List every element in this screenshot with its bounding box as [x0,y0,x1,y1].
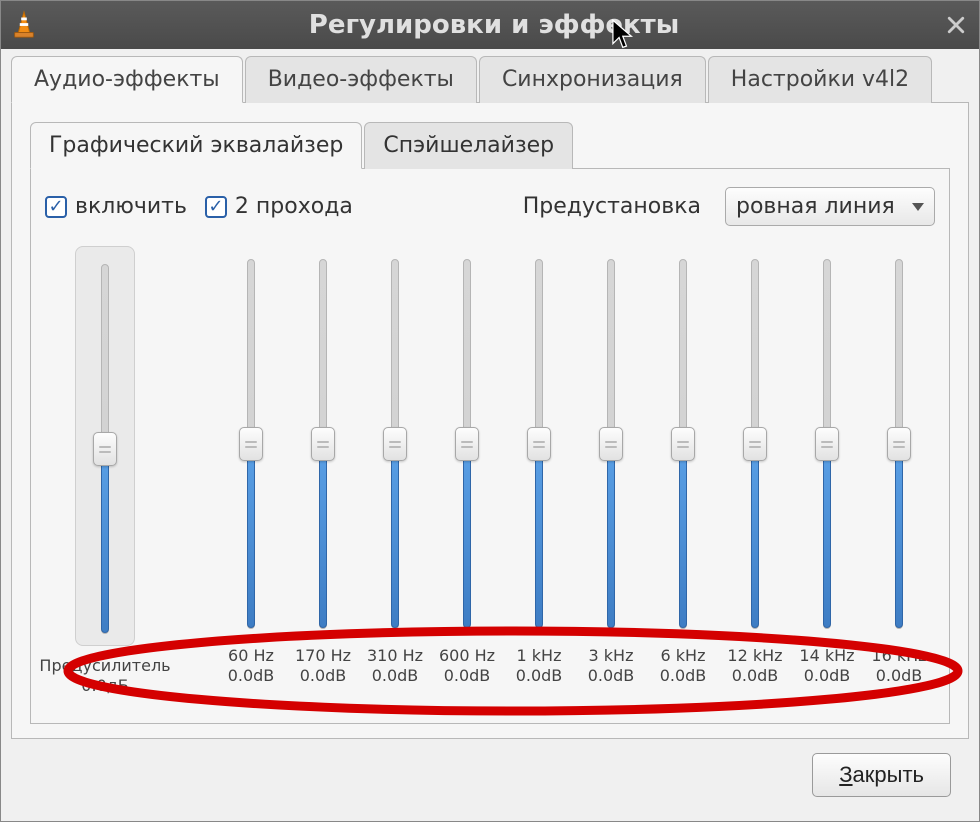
eq-band-label-0: 60 Hz0.0dB [228,646,275,686]
eq-band-6: 6 kHz0.0dB [647,246,719,686]
twopass-label: 2 прохода [235,194,353,219]
preset-select[interactable]: ровная линия [725,187,935,226]
subtab-spatializer[interactable]: Спэйшелайзер [364,122,573,169]
eq-sliders: Предусилитель0.0дБ 60 Hz0.0dB 170 Hz0.0dB 3… [45,246,935,713]
eq-slider-5[interactable] [607,246,615,636]
slider-knob[interactable] [815,427,839,461]
eq-slider-0[interactable] [247,246,255,636]
eq-band-9: 16 kHz0.0dB [863,246,935,686]
eq-band-label-3: 600 Hz0.0dB [439,646,495,686]
slider-knob[interactable] [671,427,695,461]
preamp-band: Предусилитель0.0дБ [45,246,165,696]
eq-slider-3[interactable] [463,246,471,636]
preset-label: Предустановка [523,194,701,219]
twopass-checkbox[interactable]: ✓ 2 прохода [205,194,353,219]
vlc-cone-icon [9,10,39,40]
slider-knob[interactable] [887,427,911,461]
eq-band-label-2: 310 Hz0.0dB [367,646,423,686]
client-area: Аудио-эффекты Видео-эффекты Синхронизаци… [1,49,979,821]
close-icon[interactable] [941,10,971,40]
eq-band-label-7: 12 kHz0.0dB [727,646,782,686]
slider-knob[interactable] [455,427,479,461]
eq-slider-2[interactable] [391,246,399,636]
eq-band-label-5: 3 kHz0.0dB [588,646,635,686]
eq-controls-row: ✓ включить ✓ 2 прохода Предустановка ров… [45,187,935,226]
eq-band-5: 3 kHz0.0dB [575,246,647,686]
audio-effects-panel: Графический эквалайзер Спэйшелайзер ✓ вк… [11,103,969,739]
check-icon: ✓ [205,196,227,218]
slider-knob[interactable] [527,427,551,461]
preamp-label: Предусилитель0.0дБ [39,656,170,696]
main-tabbar: Аудио-эффекты Видео-эффекты Синхронизаци… [11,55,969,103]
eq-band-8: 14 kHz0.0dB [791,246,863,686]
tab-synchronization[interactable]: Синхронизация [479,56,706,103]
eq-band-2: 310 Hz0.0dB [359,246,431,686]
subtab-equalizer[interactable]: Графический эквалайзер [30,122,362,169]
eq-slider-6[interactable] [679,246,687,636]
eq-band-3: 600 Hz0.0dB [431,246,503,686]
check-icon: ✓ [45,196,67,218]
close-button[interactable]: Закрыть [812,753,951,797]
eq-band-label-4: 1 kHz0.0dB [516,646,563,686]
eq-band-label-8: 14 kHz0.0dB [799,646,854,686]
eq-band-label-6: 6 kHz0.0dB [660,646,707,686]
eq-band-1: 170 Hz0.0dB [287,246,359,686]
preset-value: ровная линия [736,194,895,219]
equalizer-panel: ✓ включить ✓ 2 прохода Предустановка ров… [30,169,950,724]
chevron-down-icon [912,203,924,211]
eq-band-label-1: 170 Hz0.0dB [295,646,351,686]
slider-knob[interactable] [599,427,623,461]
audio-subtabbar: Графический эквалайзер Спэйшелайзер [30,121,950,169]
eq-slider-4[interactable] [535,246,543,636]
slider-knob[interactable] [383,427,407,461]
titlebar[interactable]: Регулировки и эффекты [1,1,979,49]
preamp-slider[interactable] [75,246,135,646]
tab-audio-effects[interactable]: Аудио-эффекты [11,56,243,103]
eq-band-0: 60 Hz0.0dB [215,246,287,686]
dialog-footer: Закрыть [11,739,969,811]
slider-knob[interactable] [311,427,335,461]
close-button-accel: З [839,762,852,787]
window-title: Регулировки и эффекты [47,10,941,40]
slider-knob[interactable] [239,427,263,461]
close-button-rest: акрыть [853,762,924,787]
tab-v4l2-settings[interactable]: Настройки v4l2 [708,56,932,103]
enable-label: включить [75,194,187,219]
adjustments-window: Регулировки и эффекты Аудио-эффекты Виде… [0,0,980,822]
slider-knob[interactable] [743,427,767,461]
eq-band-7: 12 kHz0.0dB [719,246,791,686]
enable-checkbox[interactable]: ✓ включить [45,194,187,219]
tab-video-effects[interactable]: Видео-эффекты [245,56,477,103]
eq-slider-9[interactable] [895,246,903,636]
eq-band-label-9: 16 kHz0.0dB [871,646,926,686]
eq-slider-8[interactable] [823,246,831,636]
eq-slider-1[interactable] [319,246,327,636]
eq-band-4: 1 kHz0.0dB [503,246,575,686]
slider-knob[interactable] [93,432,117,466]
eq-slider-7[interactable] [751,246,759,636]
